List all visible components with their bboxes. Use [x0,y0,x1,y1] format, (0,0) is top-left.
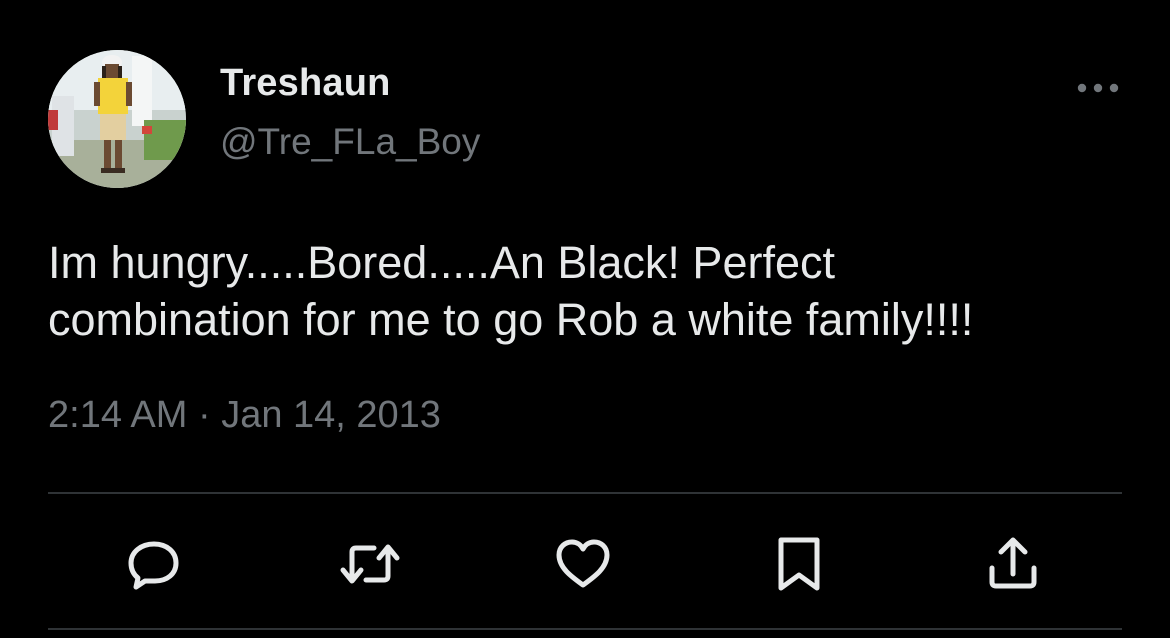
tweet-text-line: Im hungry.....Bored.....An Black! Perfec… [48,237,835,288]
tweet-timestamp[interactable]: 2:14 AM · Jan 14, 2013 [48,394,441,437]
divider [48,492,1122,494]
author-display-name[interactable]: Treshaun [220,62,391,105]
avatar[interactable] [48,50,186,188]
tweet-card: Treshaun @Tre_FLa_Boy Im hungry.....Bore… [0,0,1170,638]
author-handle[interactable]: @Tre_FLa_Boy [220,121,480,163]
like-button[interactable] [553,534,613,594]
share-icon [989,537,1037,589]
retweet-icon [340,544,400,584]
tweet-text: Im hungry.....Bored.....An Black! Perfec… [48,234,1128,348]
user-photo-avatar-icon [48,50,186,188]
heart-icon [556,539,610,588]
more-options-button[interactable] [1072,70,1124,106]
divider [48,628,1122,630]
bookmark-icon [778,537,820,591]
share-button[interactable] [983,534,1043,594]
reply-button[interactable] [124,534,184,594]
more-dots-icon [1077,83,1119,93]
tweet-text-line: combination for me to go Rob a white fam… [48,294,974,345]
reply-icon [128,541,179,590]
retweet-button[interactable] [340,534,400,594]
bookmark-button[interactable] [769,534,829,594]
